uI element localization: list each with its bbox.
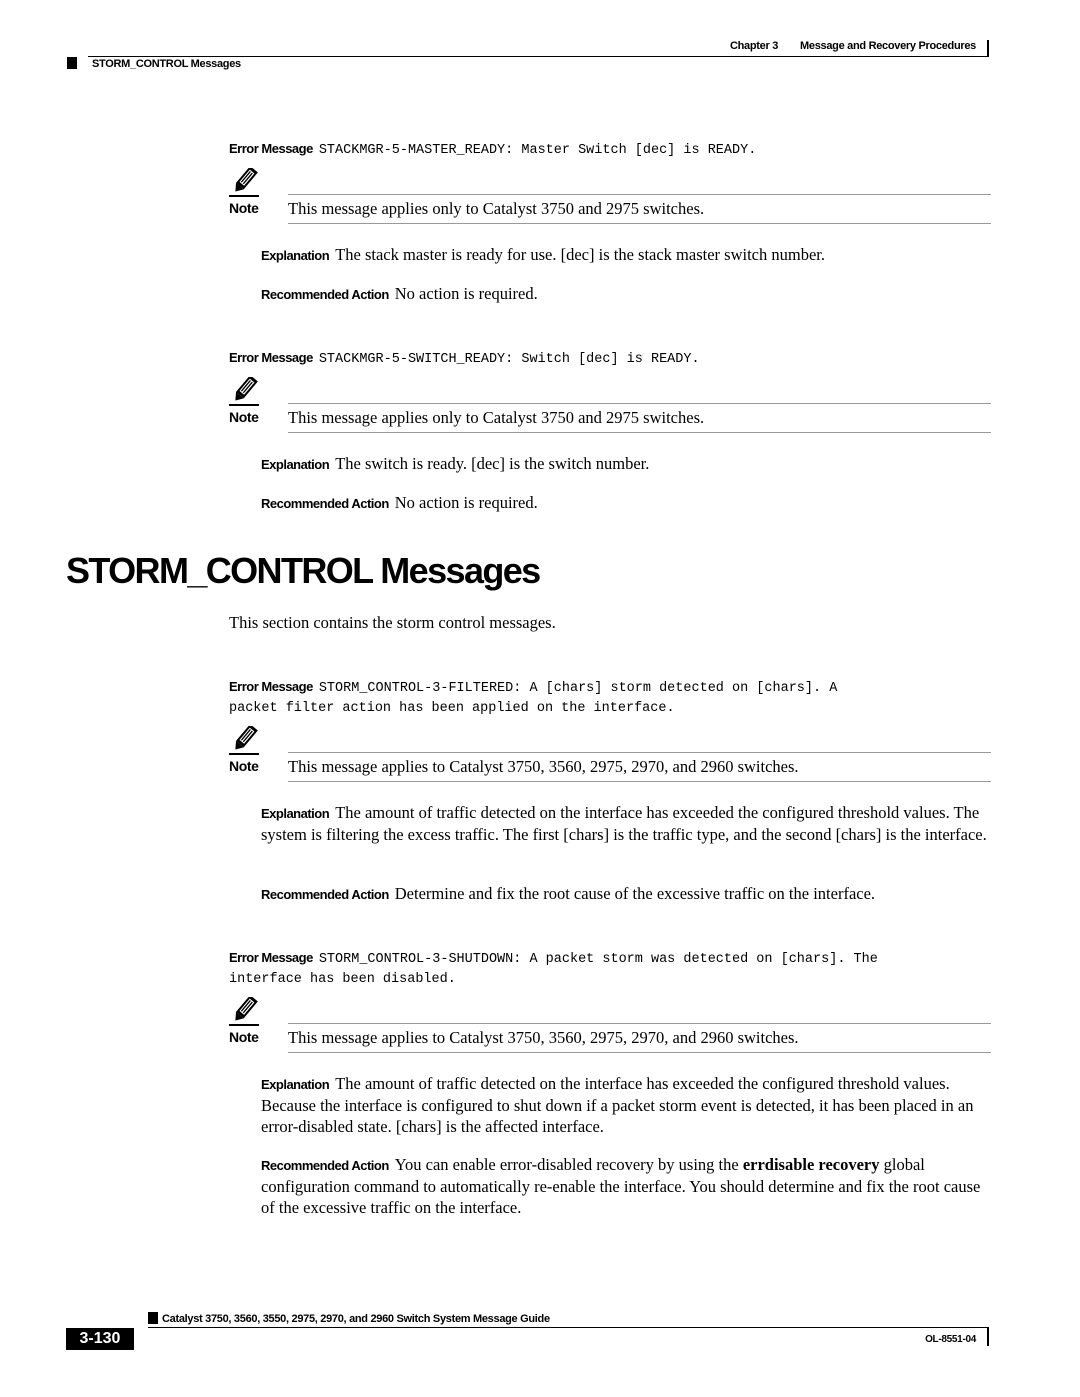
recommended-action-text: No action is required. [394, 284, 538, 303]
error-code-line-1: STORM_CONTROL-3-FILTERED: A [chars] stor… [318, 681, 838, 696]
explanation-4: Explanation The amount of traffic detecte… [261, 1073, 991, 1137]
error-message-2: Error Message STACKMGR-5-SWITCH_READY: Sw… [229, 348, 989, 370]
note-rule-bottom [288, 1052, 991, 1053]
error-code-line-2: packet filter action has been applied on… [229, 701, 675, 716]
note-pencil-icon [229, 997, 261, 1027]
section-title: STORM_CONTROL Messages [66, 550, 541, 591]
command-name: errdisable recovery [742, 1155, 880, 1174]
footer-guide-title: Catalyst 3750, 3560, 3550, 2975, 2970, a… [162, 1313, 550, 1325]
note-rule-top [288, 752, 991, 753]
footer-bar [987, 1328, 989, 1346]
note-pencil-icon [229, 726, 261, 756]
recommended-action-label: Recommended Action [261, 496, 389, 511]
recommended-action-4: Recommended Action You can enable error-d… [261, 1154, 991, 1218]
header-bar [987, 40, 989, 56]
note-pencil-icon [229, 168, 261, 198]
header-rule [88, 56, 989, 57]
note-rule-top [288, 194, 991, 195]
recommended-action-label: Recommended Action [261, 1158, 389, 1173]
section-intro: This section contains the storm control … [229, 613, 556, 632]
explanation-label: Explanation [261, 806, 330, 821]
error-message-1: Error Message STACKMGR-5-MASTER_READY: Ma… [229, 139, 989, 161]
note-rule-top [288, 1023, 991, 1024]
note-label: Note [229, 758, 259, 774]
note-text: This message applies to Catalyst 3750, 3… [288, 757, 799, 776]
explanation-text: The amount of traffic detected on the in… [261, 803, 987, 844]
chapter-number: Chapter 3 [729, 40, 779, 52]
error-code-line-2: interface has been disabled. [229, 972, 456, 987]
footer-marker [148, 1312, 158, 1324]
note-pencil-icon [229, 377, 261, 407]
error-code: STACKMGR-5-MASTER_READY: Master Switch [… [318, 143, 757, 158]
error-code-line-1: STORM_CONTROL-3-SHUTDOWN: A packet storm… [318, 952, 878, 967]
note-label: Note [229, 409, 259, 425]
note-label: Note [229, 200, 259, 216]
footer-rule [148, 1327, 989, 1328]
note-text: This message applies only to Catalyst 37… [288, 199, 705, 218]
chapter-title: Message and Recovery Procedures [800, 40, 976, 52]
recommended-action-text: No action is required. [394, 493, 538, 512]
explanation-label: Explanation [261, 457, 330, 472]
error-message-label: Error Message [229, 350, 313, 365]
recommended-action-text: You can enable error-disabled recovery b… [394, 1155, 739, 1174]
explanation-text: The amount of traffic detected on the in… [261, 1074, 974, 1136]
recommended-action-1: Recommended Action No action is required. [261, 283, 991, 305]
error-code: STACKMGR-5-SWITCH_READY: Switch [dec] is… [318, 352, 700, 367]
explanation-text: The stack master is ready for use. [dec]… [335, 245, 825, 264]
header-marker [67, 57, 77, 69]
document-id: OL-8551-04 [925, 1334, 976, 1345]
recommended-action-2: Recommended Action No action is required. [261, 492, 991, 514]
explanation-label: Explanation [261, 1077, 330, 1092]
error-message-4: Error Message STORM_CONTROL-3-SHUTDOWN: A… [229, 948, 989, 990]
explanation-2: Explanation The switch is ready. [dec] is… [261, 453, 991, 475]
explanation-label: Explanation [261, 248, 330, 263]
explanation-text: The switch is ready. [dec] is the switch… [335, 454, 650, 473]
note-label: Note [229, 1029, 259, 1045]
running-header-chapter: Chapter 3 Message and Recovery Procedures [708, 40, 976, 52]
note-rule-top [288, 403, 991, 404]
error-message-label: Error Message [229, 679, 313, 694]
error-message-3: Error Message STORM_CONTROL-3-FILTERED: A… [229, 677, 989, 719]
error-message-label: Error Message [229, 950, 313, 965]
running-header-section: STORM_CONTROL Messages [92, 58, 241, 70]
explanation-3: Explanation The amount of traffic detecte… [261, 802, 991, 845]
error-message-label: Error Message [229, 141, 313, 156]
note-rule-bottom [288, 432, 991, 433]
explanation-1: Explanation The stack master is ready for… [261, 244, 991, 266]
recommended-action-label: Recommended Action [261, 287, 389, 302]
note-rule-bottom [288, 781, 991, 782]
page-number: 3-130 [66, 1328, 134, 1350]
note-text: This message applies only to Catalyst 37… [288, 408, 705, 427]
note-text: This message applies to Catalyst 3750, 3… [288, 1028, 799, 1047]
note-rule-bottom [288, 223, 991, 224]
recommended-action-3: Recommended Action Determine and fix the … [261, 883, 991, 905]
recommended-action-label: Recommended Action [261, 887, 389, 902]
recommended-action-text: Determine and fix the root cause of the … [394, 884, 876, 903]
